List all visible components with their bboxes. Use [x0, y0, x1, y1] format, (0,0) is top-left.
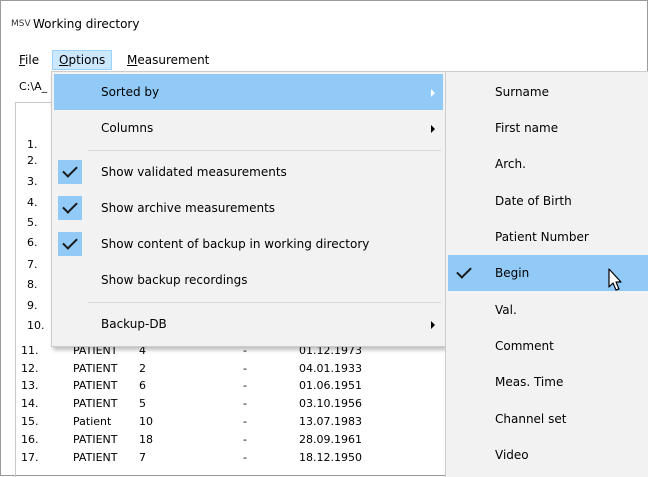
submenu-arrow-icon — [431, 125, 435, 133]
sort-item-arch[interactable]: Arch. — [448, 146, 648, 182]
msv-app-icon: MSV — [11, 19, 31, 29]
options-menu: Sorted by Columns Show validated measure… — [51, 71, 446, 347]
menu-bar: File Options Measurement — [1, 49, 647, 71]
title-bar: MSV Working directory — [1, 1, 647, 41]
checkmark-icon — [58, 232, 82, 256]
menu-separator — [88, 150, 441, 151]
sort-item-video[interactable]: Video — [448, 437, 648, 473]
sort-item-comment[interactable]: Comment — [448, 328, 648, 364]
menu-item-show-archive[interactable]: Show archive measurements — [54, 190, 443, 226]
sort-item-val[interactable]: Val. — [448, 292, 648, 328]
menu-item-show-backup-content[interactable]: Show content of backup in working direct… — [54, 226, 443, 262]
submenu-arrow-icon — [431, 89, 435, 97]
sort-item-first-name[interactable]: First name — [448, 110, 648, 146]
menu-measurement[interactable]: Measurement — [121, 50, 215, 70]
menu-file[interactable]: File — [13, 50, 45, 70]
directory-path: C:\A_ — [19, 80, 48, 93]
menu-item-backup-db[interactable]: Backup-DB — [54, 306, 443, 342]
menu-separator — [88, 302, 441, 303]
menu-item-columns[interactable]: Columns — [54, 110, 443, 146]
mouse-cursor-icon — [608, 268, 622, 291]
menu-item-show-validated[interactable]: Show validated measurements — [54, 154, 443, 190]
menu-item-show-backup-recordings[interactable]: Show backup recordings — [54, 262, 443, 298]
menu-item-sorted-by[interactable]: Sorted by — [54, 74, 443, 110]
sort-item-date-of-birth[interactable]: Date of Birth — [448, 183, 648, 219]
sort-item-meas-time[interactable]: Meas. Time — [448, 364, 648, 400]
menu-options[interactable]: Options — [52, 50, 113, 70]
window-title: Working directory — [33, 17, 140, 31]
checkmark-icon — [452, 261, 476, 285]
submenu-arrow-icon — [431, 321, 435, 329]
checkmark-icon — [58, 196, 82, 220]
sort-item-patient-number[interactable]: Patient Number — [448, 219, 648, 255]
sort-item-channel-set[interactable]: Channel set — [448, 401, 648, 437]
sort-item-surname[interactable]: Surname — [448, 74, 648, 110]
checkmark-icon — [58, 160, 82, 184]
